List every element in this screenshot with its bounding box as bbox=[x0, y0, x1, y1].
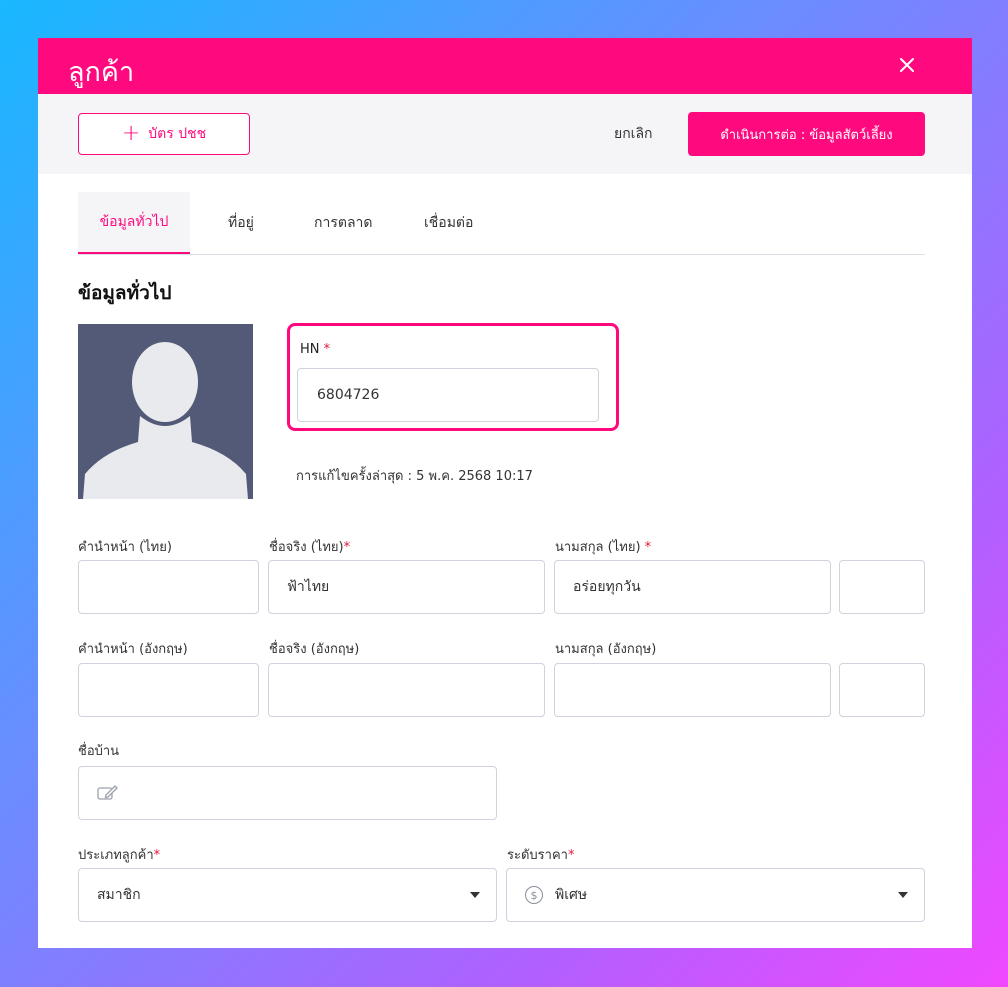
thai-lastname-label-text: นามสกุล (ไทย) bbox=[555, 540, 641, 555]
add-idcard-label: บัตร ปชช bbox=[148, 126, 207, 142]
required-mark: * bbox=[323, 342, 331, 357]
hn-input[interactable]: 6804726 bbox=[297, 368, 599, 422]
price-level-select[interactable]: $ พิเศษ bbox=[506, 868, 925, 922]
tab-bar: ข้อมูลทั่วไป ที่อยู่ การตลาด เชื่อมต่อ bbox=[78, 192, 925, 255]
required-mark: * bbox=[153, 848, 161, 863]
thai-firstname-label-text: ชื่อจริง (ไทย) bbox=[269, 540, 344, 555]
required-mark: * bbox=[343, 540, 351, 555]
edit-icon bbox=[97, 785, 118, 800]
required-mark: * bbox=[644, 540, 652, 555]
eng-prefix-input[interactable] bbox=[78, 663, 259, 717]
eng-firstname-label: ชื่อจริง (อังกฤษ) bbox=[269, 642, 360, 657]
eng-firstname-input[interactable] bbox=[268, 663, 545, 717]
hn-label-text: HN bbox=[300, 342, 320, 357]
tab-connect[interactable]: เชื่อมต่อ bbox=[424, 192, 473, 253]
modal-toolbar: + บัตร ปชช ยกเลิก ดำเนินการต่อ : ข้อมูลส… bbox=[38, 94, 972, 174]
person-silhouette-icon bbox=[83, 342, 248, 499]
required-mark: * bbox=[567, 848, 575, 863]
hn-label: HN * bbox=[300, 342, 330, 357]
last-edit-timestamp: การแก้ไขครั้งล่าสุด : 5 พ.ค. 2568 10:17 bbox=[296, 469, 533, 484]
cancel-button[interactable]: ยกเลิก bbox=[614, 123, 653, 145]
plus-icon: + bbox=[121, 121, 141, 146]
customer-type-label: ประเภทลูกค้า* bbox=[78, 844, 160, 865]
eng-lastname-label: นามสกุล (อังกฤษ) bbox=[555, 642, 657, 657]
price-level-value: พิเศษ bbox=[555, 887, 588, 903]
nickname-input[interactable] bbox=[78, 766, 497, 820]
customer-type-select[interactable]: สมาชิก bbox=[78, 868, 497, 922]
close-button[interactable] bbox=[894, 52, 920, 78]
customer-type-value: สมาชิก bbox=[97, 887, 141, 903]
eng-prefix-label: คำนำหน้า (อังกฤษ) bbox=[78, 642, 188, 657]
thai-firstname-label: ชื่อจริง (ไทย)* bbox=[269, 536, 350, 557]
chevron-down-icon bbox=[470, 892, 480, 898]
price-level-label-text: ระดับราคา bbox=[507, 848, 568, 863]
eng-lastname-input[interactable] bbox=[554, 663, 831, 717]
tab-marketing[interactable]: การตลาด bbox=[314, 192, 372, 253]
eng-extra-input[interactable] bbox=[839, 663, 925, 717]
customer-modal: ลูกค้า + บัตร ปชช ยกเลิก ดำเนินการต่อ : … bbox=[38, 38, 972, 948]
hn-highlight-box: HN * 6804726 bbox=[287, 323, 619, 431]
thai-prefix-input[interactable] bbox=[78, 560, 259, 614]
continue-button[interactable]: ดำเนินการต่อ : ข้อมูลสัตว์เลี้ยง bbox=[688, 112, 925, 156]
thai-lastname-label: นามสกุล (ไทย) * bbox=[555, 536, 651, 557]
chevron-down-icon bbox=[898, 892, 908, 898]
add-idcard-button[interactable]: + บัตร ปชช bbox=[78, 113, 250, 155]
thai-firstname-input[interactable]: ฟ้าไทย bbox=[268, 560, 545, 614]
customer-type-label-text: ประเภทลูกค้า bbox=[78, 848, 154, 863]
thai-lastname-input[interactable]: อร่อยทุกวัน bbox=[554, 560, 831, 614]
close-icon bbox=[900, 58, 914, 72]
tab-general[interactable]: ข้อมูลทั่วไป bbox=[78, 192, 190, 254]
tab-address[interactable]: ที่อยู่ bbox=[228, 192, 254, 253]
section-title: ข้อมูลทั่วไป bbox=[78, 282, 172, 304]
modal-header: ลูกค้า bbox=[38, 38, 972, 94]
price-level-label: ระดับราคา* bbox=[507, 844, 574, 865]
avatar[interactable] bbox=[78, 324, 253, 499]
dollar-icon: $ bbox=[525, 886, 543, 904]
modal-title: ลูกค้า bbox=[68, 57, 135, 88]
nickname-label: ชื่อบ้าน bbox=[78, 744, 120, 759]
thai-extra-input[interactable] bbox=[839, 560, 925, 614]
thai-prefix-label: คำนำหน้า (ไทย) bbox=[78, 540, 172, 555]
